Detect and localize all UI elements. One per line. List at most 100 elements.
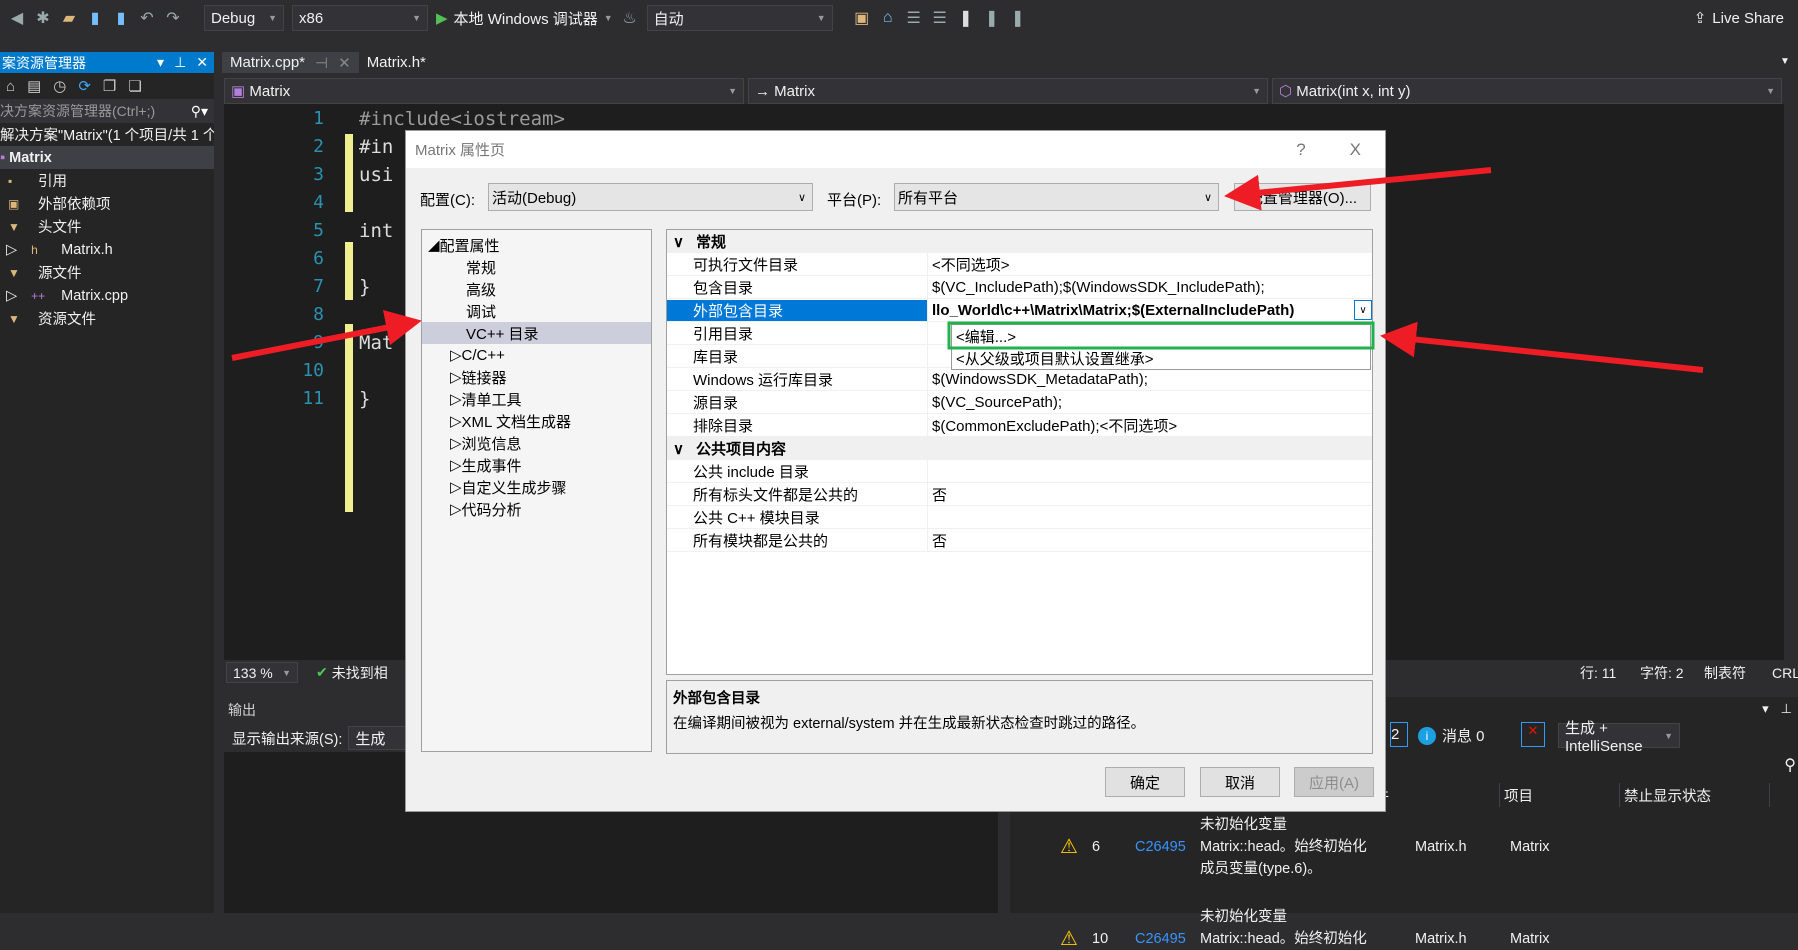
uncomment-icon[interactable]: ☰ bbox=[931, 8, 949, 28]
dropdown-button[interactable]: ∨ bbox=[1354, 300, 1372, 320]
property-row[interactable]: 外部包含目录 llo_World\c++\Matrix\Matrix;$(Exte… bbox=[667, 299, 1372, 322]
property-row[interactable]: 所有标头文件都是公共的 否 bbox=[667, 483, 1372, 506]
next-bookmark-icon[interactable]: ❚ bbox=[1009, 8, 1027, 28]
solution-item[interactable]: ▷ ++ Matrix.cpp bbox=[0, 284, 214, 307]
help-button[interactable]: ? bbox=[1296, 140, 1305, 160]
home-icon[interactable]: ⌂ bbox=[879, 9, 897, 27]
solution-item[interactable]: ▪ 引用 bbox=[0, 169, 214, 192]
platform-select[interactable]: x86 ▼ bbox=[292, 5, 428, 31]
type-select[interactable]: → Matrix ▼ bbox=[748, 78, 1268, 104]
ok-button[interactable]: 确定 bbox=[1105, 767, 1185, 797]
property-value[interactable]: 否 bbox=[927, 529, 1372, 551]
close-icon[interactable]: ✕ bbox=[196, 54, 208, 71]
dropdown-option[interactable]: <从父级或项目默认设置继承> bbox=[952, 347, 1370, 369]
open-folder-icon[interactable]: ▰ bbox=[60, 8, 78, 28]
redo-icon[interactable]: ↷ bbox=[164, 8, 182, 28]
apply-button[interactable]: 应用(A) bbox=[1294, 767, 1374, 797]
close-button[interactable]: X bbox=[1350, 140, 1361, 160]
expand-icon[interactable]: ▷ bbox=[6, 242, 17, 258]
properties-icon[interactable]: ❏ bbox=[128, 77, 141, 95]
tree-root[interactable]: ◢ 配置属性 bbox=[422, 234, 651, 256]
error-code-link[interactable]: C26495 bbox=[1135, 929, 1186, 950]
issues-indicator[interactable]: 未找到相 bbox=[332, 663, 388, 683]
tree-item[interactable]: ▷ 自定义生成步骤 bbox=[422, 476, 651, 498]
close-icon[interactable]: ✕ bbox=[338, 54, 351, 72]
start-debugging-button[interactable]: ▶ 本地 Windows 调试器 ▼ bbox=[436, 8, 613, 29]
tree-item[interactable]: ▷ XML 文档生成器 bbox=[422, 410, 651, 432]
tree-item[interactable]: ▷ 代码分析 bbox=[422, 498, 651, 520]
pin-icon[interactable]: ⊥ bbox=[1781, 701, 1792, 717]
tree-item[interactable]: ▷ C/C++ bbox=[422, 344, 651, 366]
property-category[interactable]: ∨ 常规 bbox=[667, 230, 1372, 253]
solution-search-input[interactable]: 决方案资源管理器(Ctrl+;) ⚲▾ bbox=[0, 99, 214, 123]
tree-item[interactable]: 高级 bbox=[422, 278, 651, 300]
property-category[interactable]: ∨ 公共项目内容 bbox=[667, 437, 1372, 460]
flame-icon[interactable]: ♨ bbox=[621, 8, 639, 28]
prev-bookmark-icon[interactable]: ❚ bbox=[983, 8, 1001, 28]
search-icon[interactable]: ⚲ bbox=[1784, 755, 1796, 775]
property-row[interactable]: 所有模块都是公共的 否 bbox=[667, 529, 1372, 552]
solution-config-select[interactable]: 自动 ▼ bbox=[646, 5, 833, 31]
error-source-select[interactable]: 生成 + IntelliSense ▼ bbox=[1558, 720, 1680, 755]
property-row[interactable]: 包含目录 $(VC_IncludePath);$(WindowsSDK_Inclu… bbox=[667, 276, 1372, 299]
warnings-filter-button[interactable]: 2 bbox=[1390, 722, 1408, 747]
property-value[interactable] bbox=[927, 506, 1372, 528]
bookmark-icon[interactable]: ❚ bbox=[957, 8, 975, 28]
member-select[interactable]: ⬡ Matrix(int x, int y) ▼ bbox=[1272, 78, 1782, 104]
error-code-link[interactable]: C26495 bbox=[1135, 837, 1186, 858]
collapse-icon[interactable]: ❐ bbox=[103, 77, 116, 95]
save-icon[interactable]: ▮ bbox=[86, 8, 104, 28]
property-row[interactable]: 源目录 $(VC_SourcePath); bbox=[667, 391, 1372, 414]
property-value[interactable]: $(VC_IncludePath);$(WindowsSDK_IncludePa… bbox=[927, 276, 1372, 298]
live-share-button[interactable]: ⇪ Live Share bbox=[1694, 9, 1784, 28]
sync-icon[interactable]: ⟳ bbox=[78, 77, 91, 95]
property-value[interactable]: $(VC_SourcePath); bbox=[927, 391, 1372, 413]
property-row[interactable]: 排除目录 $(CommonExcludePath);<不同选项> bbox=[667, 414, 1372, 437]
property-row[interactable]: 可执行文件目录 <不同选项> bbox=[667, 253, 1372, 276]
tab-matrix-cpp[interactable]: Matrix.cpp* ⊣ ✕ bbox=[222, 52, 359, 73]
property-value[interactable]: <不同选项> bbox=[927, 253, 1372, 275]
config-select[interactable]: 活动(Debug) ∨ bbox=[488, 183, 813, 211]
undo-icon[interactable]: ↶ bbox=[138, 8, 156, 28]
tab-matrix-h[interactable]: Matrix.h* bbox=[359, 52, 434, 73]
property-row[interactable]: 公共 C++ 模块目录 bbox=[667, 506, 1372, 529]
tree-item[interactable]: ▷ 生成事件 bbox=[422, 454, 651, 476]
property-value[interactable]: $(CommonExcludePath);<不同选项> bbox=[927, 414, 1372, 436]
tab-overflow-icon[interactable]: ▼ bbox=[1780, 56, 1790, 67]
pin-icon[interactable]: ⊣ bbox=[315, 54, 328, 72]
tree-item[interactable]: ▷ 链接器 bbox=[422, 366, 651, 388]
home-icon[interactable]: ⌂ bbox=[6, 78, 15, 95]
config-manager-button[interactable]: 配置管理器(O)... bbox=[1234, 183, 1371, 211]
column-project[interactable]: 项目 bbox=[1500, 783, 1620, 807]
cancel-button[interactable]: 取消 bbox=[1200, 767, 1280, 797]
solution-node[interactable]: 解决方案"Matrix"(1 个项目/共 1 个) bbox=[0, 123, 214, 146]
save-all-icon[interactable]: ▮ bbox=[112, 8, 130, 28]
pin-icon[interactable]: ⊥ bbox=[174, 54, 186, 71]
history-icon[interactable]: ◷ bbox=[53, 77, 66, 95]
solution-item[interactable]: ▷ h Matrix.h bbox=[0, 238, 214, 261]
solution-item[interactable]: ▼ 资源文件 bbox=[0, 307, 214, 330]
property-value[interactable] bbox=[927, 460, 1372, 482]
clear-filter-icon[interactable]: ✕ bbox=[1521, 722, 1545, 747]
tree-item[interactable]: ▷ 清单工具 bbox=[422, 388, 651, 410]
back-icon[interactable]: ◀ bbox=[8, 8, 26, 28]
dropdown-option[interactable]: <编辑...> bbox=[952, 325, 1370, 347]
configuration-select[interactable]: Debug ▼ bbox=[204, 5, 284, 31]
property-row[interactable]: Windows 运行库目录 $(WindowsSDK_MetadataPath); bbox=[667, 368, 1372, 391]
project-node[interactable]: ▪ Matrix bbox=[0, 146, 214, 169]
column-suppression[interactable]: 禁止显示状态 bbox=[1620, 783, 1770, 807]
tabs-indicator[interactable]: 制表符 bbox=[1704, 663, 1746, 683]
messages-filter-button[interactable]: i 消息 0 bbox=[1418, 725, 1485, 746]
property-value[interactable]: llo_World\c++\Matrix\Matrix;$(ExternalIn… bbox=[927, 299, 1354, 321]
switch-views-icon[interactable]: ▤ bbox=[27, 77, 41, 95]
solution-item[interactable]: ▣ 外部依赖项 bbox=[0, 192, 214, 215]
solution-item[interactable]: ▼ 头文件 bbox=[0, 215, 214, 238]
property-value[interactable]: 否 bbox=[927, 483, 1372, 505]
property-value[interactable]: $(WindowsSDK_MetadataPath); bbox=[927, 368, 1372, 390]
tree-item[interactable]: 调试 bbox=[422, 300, 651, 322]
solution-item[interactable]: ▼ 源文件 bbox=[0, 261, 214, 284]
property-row[interactable]: 公共 include 目录 bbox=[667, 460, 1372, 483]
new-project-icon[interactable]: ✱ bbox=[34, 8, 52, 28]
find-in-files-icon[interactable]: ▣ bbox=[853, 8, 871, 28]
platform-select[interactable]: 所有平台 ∨ bbox=[894, 183, 1219, 211]
